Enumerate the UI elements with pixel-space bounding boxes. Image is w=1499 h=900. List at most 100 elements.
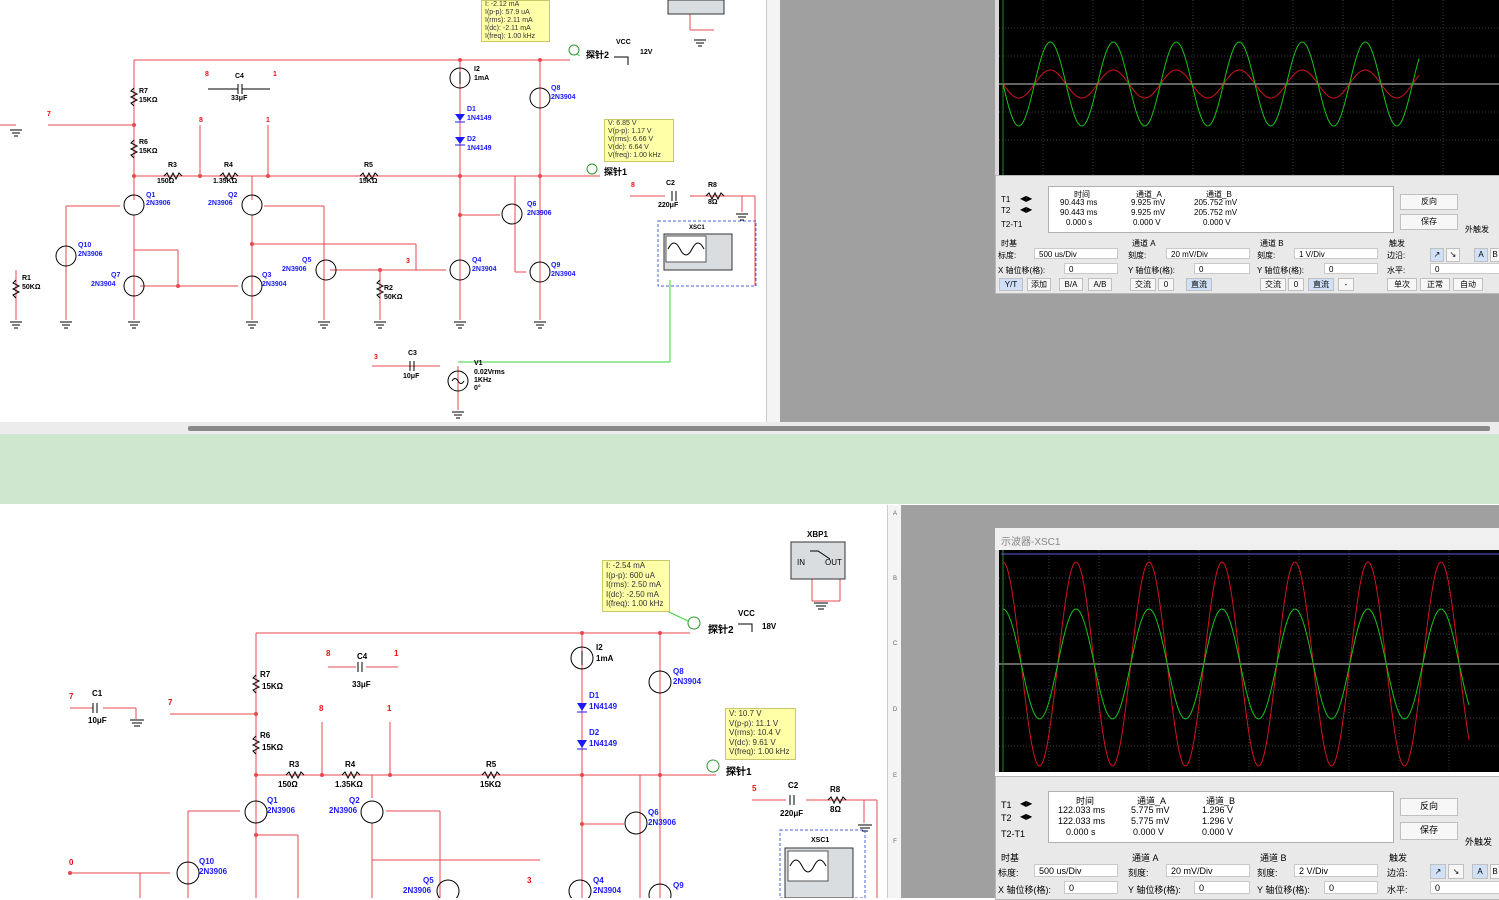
q8-label[interactable]: Q8 (673, 667, 684, 676)
save-button[interactable]: 保存 (1400, 214, 1458, 230)
timebase-scale-field[interactable]: 500 us/Div (1034, 864, 1118, 877)
q1-label[interactable]: Q1 (146, 192, 155, 199)
chb-scale-field[interactable]: 1 V/Div (1294, 248, 1378, 259)
timebase-scale-field[interactable]: 500 us/Div (1034, 248, 1118, 259)
chb-dc-button[interactable]: 直流 (1308, 278, 1334, 291)
r6-label[interactable]: R6 (139, 139, 148, 146)
trig-source-b[interactable]: B (1490, 864, 1499, 879)
probe1-label[interactable]: 探针1 (604, 165, 627, 178)
q3-label[interactable]: Q3 (262, 272, 271, 279)
single-button[interactable]: 单次 (1387, 278, 1417, 291)
r4-label[interactable]: R4 (345, 760, 355, 769)
q10-label[interactable]: Q10 (78, 242, 91, 249)
q6-label[interactable]: Q6 (648, 808, 659, 817)
chb-ypos-field[interactable]: 0 (1324, 881, 1378, 894)
chb-minus-button[interactable]: - (1338, 278, 1354, 291)
c2-label[interactable]: C2 (788, 781, 798, 790)
q7-label[interactable]: Q7 (111, 272, 120, 279)
d2-label[interactable]: D2 (589, 728, 599, 737)
trig-source-a[interactable]: A (1472, 864, 1488, 879)
r5-label[interactable]: R5 (486, 760, 496, 769)
edge-rise-button[interactable]: ↗ (1430, 248, 1444, 262)
probe2-label[interactable]: 探针2 (708, 621, 734, 636)
r7-label[interactable]: R7 (260, 670, 270, 679)
q4-label[interactable]: Q4 (593, 876, 604, 885)
d1-label[interactable]: D1 (589, 691, 599, 700)
probe1-label[interactable]: 探针1 (726, 763, 752, 778)
auto-button[interactable]: 自动 (1453, 278, 1483, 291)
add-button[interactable]: 添加 (1027, 278, 1051, 291)
cha-scale-field[interactable]: 20 mV/Div (1166, 248, 1250, 259)
q10-label[interactable]: Q10 (199, 857, 214, 866)
xbp1-label[interactable]: XBP1 (807, 530, 828, 539)
chb-zero-button[interactable]: 0 (1288, 278, 1304, 291)
cha-ac-button[interactable]: 交流 (1130, 278, 1156, 291)
c3-label[interactable]: C3 (408, 350, 417, 357)
trigger-level-field[interactable]: 0 (1430, 881, 1499, 894)
trig-source-b[interactable]: B (1490, 248, 1499, 262)
reverse-button[interactable]: 反向 (1400, 798, 1458, 816)
xpos-field[interactable]: 0 (1064, 881, 1118, 894)
ab-button[interactable]: A/B (1088, 278, 1112, 291)
q5-label[interactable]: Q5 (302, 257, 311, 264)
scroll-thumb[interactable] (188, 426, 1490, 431)
top-hscrollbar[interactable] (0, 422, 1499, 434)
r5-label[interactable]: R5 (364, 162, 373, 169)
q4-label[interactable]: Q4 (472, 257, 481, 264)
c1-label[interactable]: C1 (92, 689, 102, 698)
probe2-label[interactable]: 探针2 (586, 48, 609, 61)
t2-arrows[interactable]: ◀▶ (1020, 205, 1032, 214)
save-button[interactable]: 保存 (1400, 822, 1458, 840)
t1-arrows[interactable]: ◀▶ (1020, 194, 1032, 203)
cha-ypos-field[interactable]: 0 (1194, 263, 1250, 274)
xpos-field[interactable]: 0 (1064, 263, 1118, 274)
r7-label[interactable]: R7 (139, 88, 148, 95)
cha-ypos-field[interactable]: 0 (1194, 881, 1250, 894)
i2-label[interactable]: I2 (474, 66, 480, 73)
chb-ypos-field[interactable]: 0 (1324, 263, 1378, 274)
c4-label[interactable]: C4 (357, 652, 367, 661)
r3-label[interactable]: R3 (168, 162, 177, 169)
q9-label[interactable]: Q9 (673, 881, 684, 890)
ba-button[interactable]: B/A (1059, 278, 1083, 291)
vcc-name[interactable]: VCC (616, 39, 631, 46)
vcc-name[interactable]: VCC (738, 609, 755, 618)
q2-label[interactable]: Q2 (349, 796, 360, 805)
xsc1-label[interactable]: XSC1 (689, 225, 705, 231)
r4-label[interactable]: R4 (224, 162, 233, 169)
cha-scale-field[interactable]: 20 mV/Div (1166, 864, 1250, 877)
d2-label[interactable]: D2 (467, 136, 476, 143)
trig-source-a[interactable]: A (1474, 248, 1488, 262)
normal-button[interactable]: 正常 (1420, 278, 1450, 291)
chb-scale-field[interactable]: 2 V/Div (1294, 864, 1378, 877)
i2-label[interactable]: I2 (596, 643, 603, 652)
c4-label[interactable]: C4 (235, 73, 244, 80)
r8-label[interactable]: R8 (830, 785, 840, 794)
trigger-level-field[interactable]: 0 (1430, 263, 1499, 274)
yt-button[interactable]: Y/T (999, 278, 1023, 291)
r3-label[interactable]: R3 (289, 760, 299, 769)
q1-label[interactable]: Q1 (267, 796, 278, 805)
reverse-button[interactable]: 反向 (1400, 194, 1458, 210)
v1-label[interactable]: V1 (474, 360, 483, 367)
r6-label[interactable]: R6 (260, 731, 270, 740)
bottom-osc-titlebar[interactable]: 示波器-XSC1 (995, 528, 1499, 551)
t1-arrows[interactable]: ◀▶ (1020, 799, 1032, 808)
r1-label[interactable]: R1 (22, 275, 31, 282)
q6-label[interactable]: Q6 (527, 201, 536, 208)
q5-label[interactable]: Q5 (423, 876, 434, 885)
edge-rise-button[interactable]: ↗ (1430, 864, 1446, 879)
cha-zero-button[interactable]: 0 (1158, 278, 1174, 291)
edge-fall-button[interactable]: ↘ (1446, 248, 1460, 262)
d1-label[interactable]: D1 (467, 106, 476, 113)
cha-dc-button[interactable]: 直流 (1186, 278, 1212, 291)
q2-label[interactable]: Q2 (228, 192, 237, 199)
r8-label[interactable]: R8 (708, 182, 717, 189)
xsc1-label[interactable]: XSC1 (811, 837, 829, 844)
c2-label[interactable]: C2 (666, 180, 675, 187)
q8-label[interactable]: Q8 (551, 85, 560, 92)
edge-fall-button[interactable]: ↘ (1448, 864, 1464, 879)
chb-ac-button[interactable]: 交流 (1260, 278, 1286, 291)
r2-label[interactable]: R2 (384, 285, 393, 292)
q9-label[interactable]: Q9 (551, 262, 560, 269)
